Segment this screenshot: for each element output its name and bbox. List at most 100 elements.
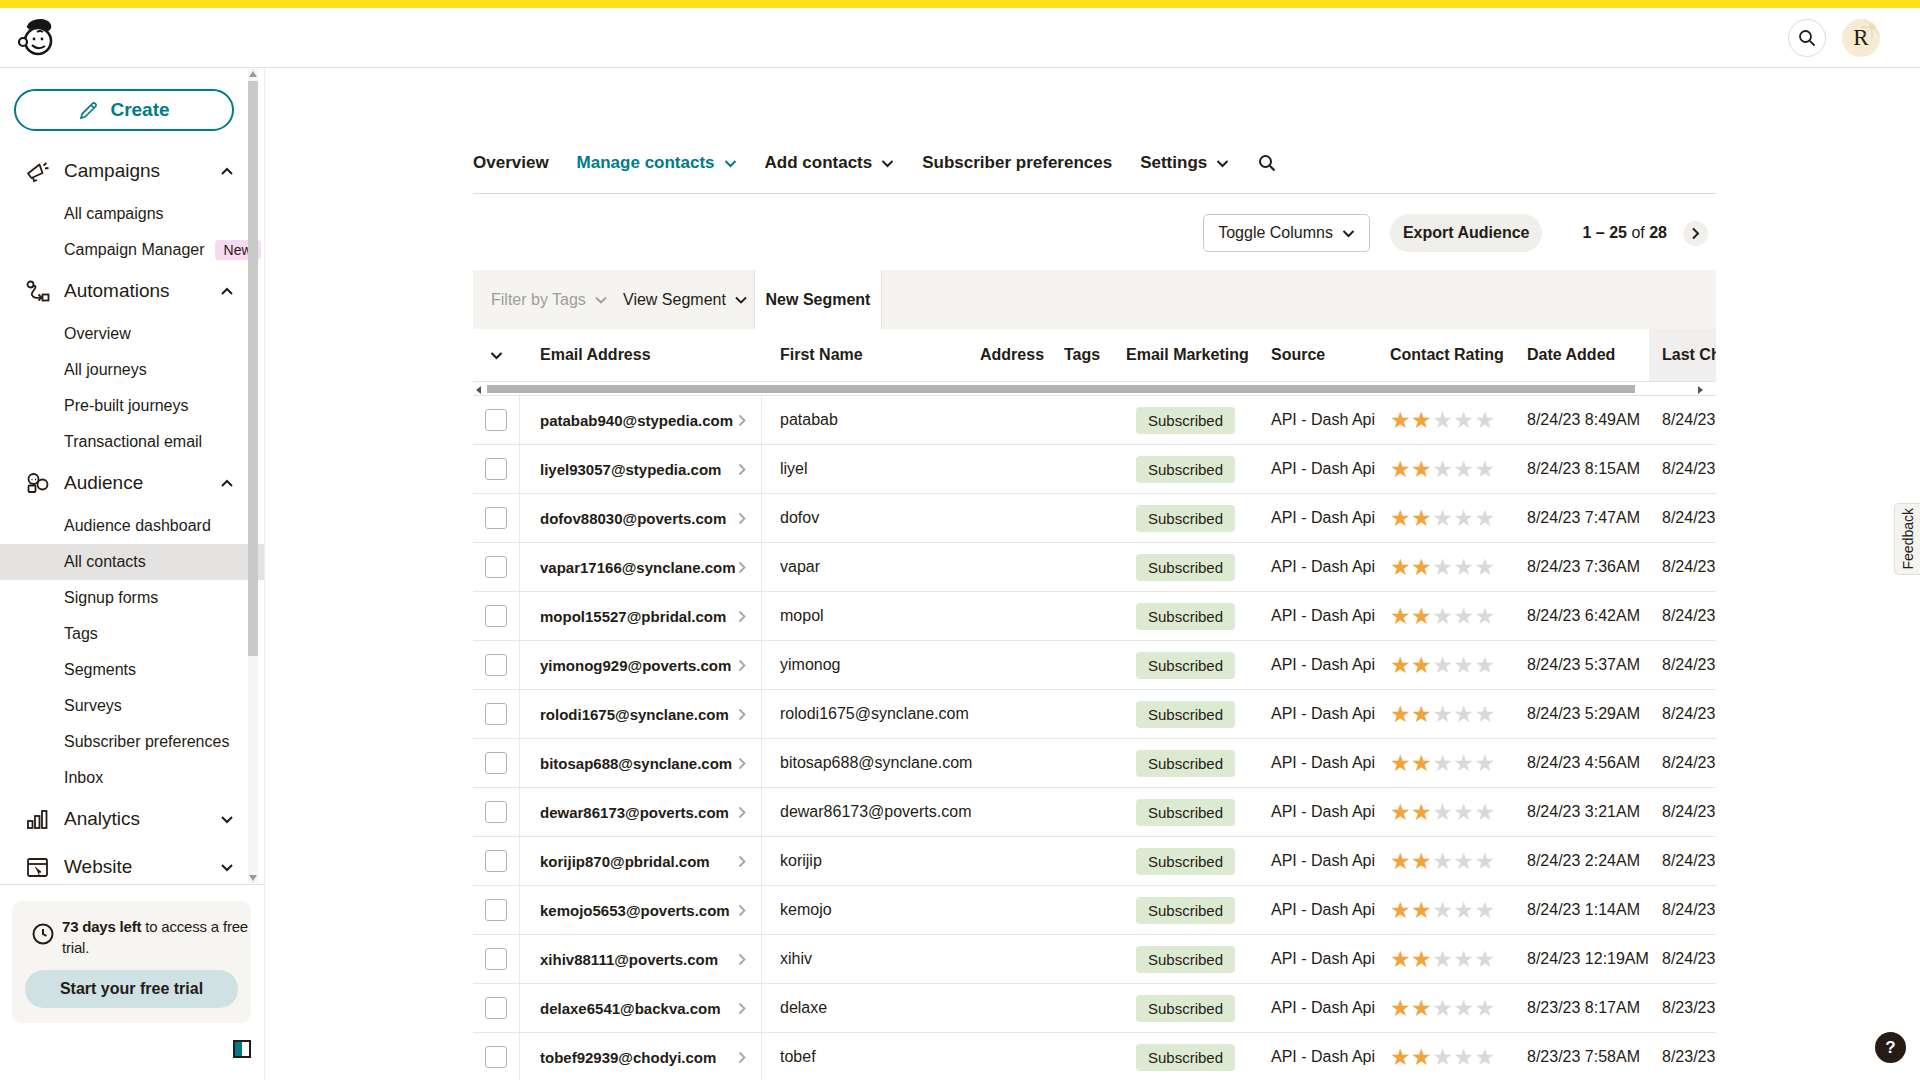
sidebar-item-subscriber-preferences[interactable]: Subscriber preferences (0, 724, 264, 760)
sidebar-item-surveys[interactable]: Surveys (0, 688, 264, 724)
email-marketing-cell: Subscribed (1116, 1033, 1256, 1080)
column-header-first-name[interactable]: First Name (762, 329, 955, 381)
row-checkbox[interactable] (485, 899, 507, 921)
column-header-contact-rating[interactable]: Contact Rating (1376, 329, 1511, 381)
column-header-address[interactable]: Address (955, 329, 1050, 381)
row-checkbox[interactable] (485, 605, 507, 627)
tab-add-contacts[interactable]: Add contacts (765, 153, 895, 173)
email-cell[interactable]: yimonog929@poverts.com (520, 641, 762, 689)
row-checkbox[interactable] (485, 752, 507, 774)
scroll-up-arrow[interactable] (249, 71, 257, 77)
row-checkbox[interactable] (485, 948, 507, 970)
feedback-tab[interactable]: Feedback (1894, 503, 1920, 575)
next-page-button[interactable] (1683, 221, 1708, 246)
sidebar-item-audience-dashboard[interactable]: Audience dashboard (0, 508, 264, 544)
sidebar-item-inbox[interactable]: Inbox (0, 760, 264, 796)
first-name-cell: liyel (762, 445, 955, 493)
email-cell[interactable]: korijip870@pbridal.com (520, 837, 762, 885)
column-header-email-address[interactable]: Email Address (520, 329, 762, 381)
global-search-button[interactable] (1788, 19, 1826, 57)
address-cell (955, 1033, 1050, 1080)
sidebar-item-campaign-manager[interactable]: Campaign ManagerNew (0, 232, 264, 268)
new-segment-button[interactable]: New Segment (754, 270, 882, 329)
source-cell: API - Dash Api (1256, 886, 1376, 934)
row-checkbox[interactable] (485, 703, 507, 725)
tab-manage-contacts[interactable]: Manage contacts (577, 153, 737, 173)
view-segment-dropdown[interactable]: View Segment (623, 270, 747, 329)
star-rating-empty: ★★★ (1432, 799, 1495, 826)
sidebar-header-website[interactable]: Website (0, 850, 264, 884)
scroll-down-arrow[interactable] (249, 875, 257, 881)
avatar[interactable]: R (1842, 19, 1880, 57)
horizontal-scrollbar[interactable] (473, 382, 1716, 396)
date-added-cell: 8/24/23 8:49AM (1511, 396, 1649, 444)
sidebar-scrollbar[interactable] (248, 69, 258, 883)
create-button[interactable]: Create (14, 89, 234, 131)
sidebar-item-pre-built-journeys[interactable]: Pre-built journeys (0, 388, 264, 424)
tags-cell (1050, 788, 1116, 836)
email-cell[interactable]: rolodi1675@synclane.com (520, 690, 762, 738)
sidebar-scrollbar-thumb[interactable] (248, 81, 258, 656)
email-cell[interactable]: mopol15527@pbridal.com (520, 592, 762, 640)
sidebar-item-tags[interactable]: Tags (0, 616, 264, 652)
email-cell[interactable]: xihiv88111@poverts.com (520, 935, 762, 983)
address-cell (955, 641, 1050, 689)
email-cell[interactable]: patabab940@stypedia.com (520, 396, 762, 444)
start-free-trial-button[interactable]: Start your free trial (25, 970, 238, 1008)
sidebar-header-analytics[interactable]: Analytics (0, 802, 264, 836)
column-header-date-added[interactable]: Date Added (1511, 329, 1649, 381)
contacts-search-button[interactable] (1257, 153, 1277, 173)
sidebar-divider (0, 884, 264, 885)
help-button[interactable]: ? (1875, 1032, 1906, 1063)
sidebar-item-segments[interactable]: Segments (0, 652, 264, 688)
filter-by-tags-dropdown[interactable]: Filter by Tags (491, 270, 607, 329)
collapse-sidebar-icon[interactable] (233, 1040, 251, 1058)
email-cell[interactable]: delaxe6541@backva.com (520, 984, 762, 1032)
row-checkbox-cell (473, 543, 520, 591)
row-checkbox[interactable] (485, 997, 507, 1019)
mailchimp-logo[interactable] (16, 16, 58, 60)
email-cell[interactable]: liyel93057@stypedia.com (520, 445, 762, 493)
column-header-source[interactable]: Source (1256, 329, 1376, 381)
sidebar-item-all-journeys[interactable]: All journeys (0, 352, 264, 388)
tab-subscriber-preferences[interactable]: Subscriber preferences (922, 153, 1112, 173)
sidebar-item-transactional-email[interactable]: Transactional email (0, 424, 264, 460)
horizontal-scrollbar-thumb[interactable] (487, 385, 1635, 393)
sidebar-item-signup-forms[interactable]: Signup forms (0, 580, 264, 616)
email-cell[interactable]: dewar86173@poverts.com (520, 788, 762, 836)
tabs-underline (473, 193, 1716, 194)
email-cell[interactable]: kemojo5653@poverts.com (520, 886, 762, 934)
sidebar-header-audience[interactable]: Audience (0, 466, 264, 500)
row-checkbox-cell (473, 445, 520, 493)
tab-settings[interactable]: Settings (1140, 153, 1229, 173)
sidebar-item-overview[interactable]: Overview (0, 316, 264, 352)
sidebar-item-all-campaigns[interactable]: All campaigns (0, 196, 264, 232)
scroll-left-arrow[interactable] (476, 386, 481, 394)
row-checkbox[interactable] (485, 409, 507, 431)
row-checkbox[interactable] (485, 556, 507, 578)
last-changed-cell: 8/24/23 (1649, 396, 1716, 444)
export-audience-button[interactable]: Export Audience (1390, 214, 1543, 252)
scroll-right-arrow[interactable] (1698, 386, 1703, 394)
sidebar-item-label: Overview (64, 325, 131, 343)
sidebar-item-all-contacts[interactable]: All contacts (0, 544, 264, 580)
row-checkbox[interactable] (485, 801, 507, 823)
toggle-columns-button[interactable]: Toggle Columns (1203, 214, 1370, 252)
row-checkbox[interactable] (485, 654, 507, 676)
row-checkbox[interactable] (485, 458, 507, 480)
column-header-email-marketing[interactable]: Email Marketing (1116, 329, 1256, 381)
email-cell[interactable]: tobef92939@chodyi.com (520, 1033, 762, 1080)
row-checkbox[interactable] (485, 507, 507, 529)
column-header-last-changed[interactable]: Last Changed (1649, 329, 1716, 381)
first-name-cell: dewar86173@poverts.com (762, 788, 955, 836)
email-cell[interactable]: bitosap688@synclane.com (520, 739, 762, 787)
row-checkbox[interactable] (485, 1046, 507, 1068)
row-checkbox[interactable] (485, 850, 507, 872)
tab-overview[interactable]: Overview (473, 153, 549, 173)
column-header-tags[interactable]: Tags (1050, 329, 1116, 381)
email-cell[interactable]: vapar17166@synclane.com (520, 543, 762, 591)
sidebar-header-campaigns[interactable]: Campaigns (0, 154, 264, 188)
sidebar-header-automations[interactable]: Automations (0, 274, 264, 308)
email-cell[interactable]: dofov88030@poverts.com (520, 494, 762, 542)
select-all-dropdown[interactable] (473, 329, 520, 381)
